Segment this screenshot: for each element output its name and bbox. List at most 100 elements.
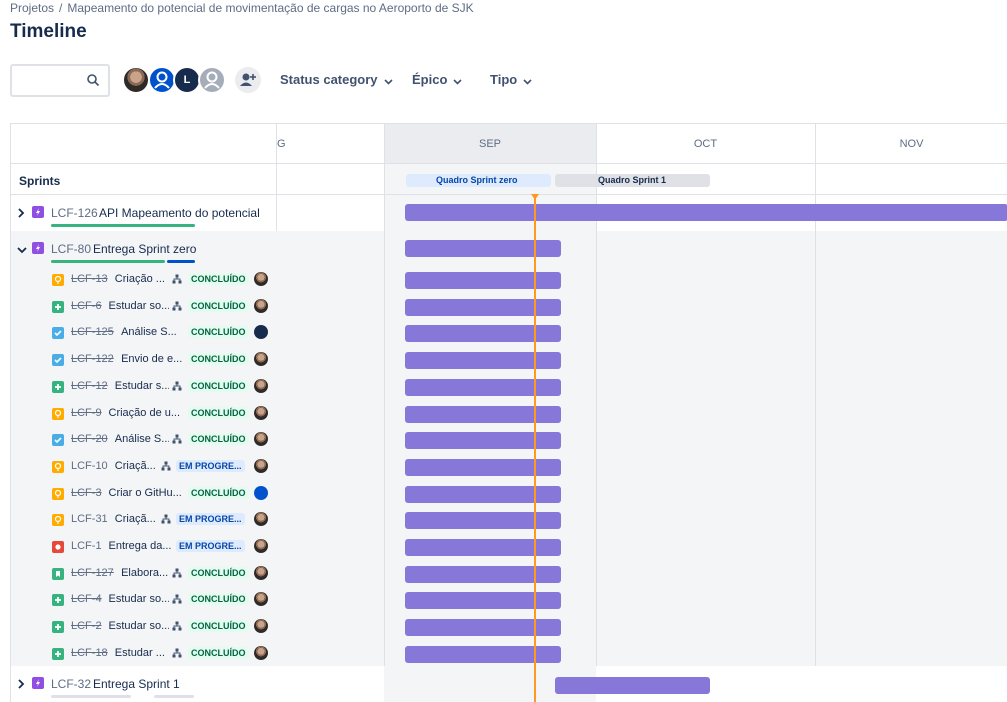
issue-bar[interactable] — [405, 485, 561, 503]
issue-summary[interactable]: Estudar so... — [109, 593, 170, 605]
issue-key[interactable]: LCF-3 — [71, 487, 102, 499]
child-issues-icon[interactable] — [172, 621, 182, 634]
add-person-button[interactable] — [235, 67, 261, 93]
issue-summary[interactable]: Criaçã... — [115, 460, 158, 472]
issue-summary[interactable]: Análise S... — [121, 326, 185, 338]
issue-summary[interactable]: Estudar so... — [109, 300, 170, 312]
chevron-down-icon[interactable] — [17, 243, 27, 257]
status-badge[interactable]: CONCLUÍDO — [188, 486, 249, 499]
epic-key[interactable]: LCF-80 — [51, 242, 91, 256]
issue-bar[interactable] — [405, 272, 561, 289]
issue-bar[interactable] — [405, 378, 561, 396]
issue-bar[interactable] — [405, 352, 561, 370]
issue-bar[interactable] — [405, 619, 561, 637]
epic-summary[interactable]: Entrega Sprint 1 — [93, 677, 273, 691]
issue-row[interactable]: LCF-6 Estudar so... CONCLUÍDO — [11, 294, 277, 321]
issue-bar[interactable] — [405, 512, 561, 530]
child-issues-icon[interactable] — [172, 301, 182, 314]
chevron-right-icon[interactable] — [17, 678, 25, 692]
chevron-right-icon[interactable] — [17, 207, 25, 221]
assignee-avatar[interactable] — [254, 539, 268, 553]
child-issues-icon[interactable] — [172, 648, 182, 661]
status-badge[interactable]: CONCLUÍDO — [188, 433, 249, 446]
assignee-avatar[interactable] — [254, 325, 268, 340]
child-issues-icon[interactable] — [172, 594, 182, 607]
issue-summary[interactable]: Estudar so... — [109, 620, 170, 632]
issue-row[interactable]: LCF-4 Estudar so... CONCLUÍDO — [11, 587, 277, 614]
issue-row[interactable]: LCF-9 Criação de u... CONCLUÍDO — [11, 401, 277, 428]
epic-summary[interactable]: Entrega Sprint zero — [93, 242, 273, 256]
epic-row-lcf-126[interactable]: LCF-126 API Mapeamento do potencial — [11, 195, 277, 231]
assignee-avatar[interactable] — [254, 592, 268, 607]
issue-key[interactable]: LCF-4 — [71, 593, 102, 605]
timeline-grid[interactable]: G SEP OCT NOV Quadro Sprint zero Quadro … — [10, 123, 1007, 702]
epic-summary[interactable]: API Mapeamento do potencial — [99, 206, 275, 220]
issue-bar[interactable] — [405, 539, 561, 556]
issue-key[interactable]: LCF-20 — [71, 433, 108, 445]
epic-bar-lcf-80[interactable] — [405, 240, 561, 257]
issue-summary[interactable]: Elabora... — [121, 567, 169, 579]
assignee-avatar[interactable] — [254, 485, 268, 500]
epic-row-lcf-32[interactable]: LCF-32 Entrega Sprint 1 — [11, 666, 277, 702]
assignee-avatar[interactable] — [254, 432, 268, 447]
status-badge[interactable]: CONCLUÍDO — [188, 273, 249, 285]
issue-summary[interactable]: Envio de e... — [121, 353, 185, 365]
issue-key[interactable]: LCF-125 — [71, 326, 114, 338]
type-filter[interactable]: Tipo — [490, 72, 532, 88]
status-badge[interactable]: CONCLUÍDO — [188, 620, 249, 633]
issue-bar[interactable] — [405, 565, 561, 583]
status-badge[interactable]: CONCLUÍDO — [188, 353, 249, 366]
issue-summary[interactable]: Criação ... — [115, 273, 169, 285]
user-photo-avatar[interactable] — [122, 66, 150, 94]
issue-key[interactable]: LCF-13 — [71, 273, 108, 285]
issue-row[interactable]: LCF-122 Envio de e... CONCLUÍDO — [11, 347, 277, 374]
assignee-avatar[interactable] — [254, 405, 268, 420]
status-category-filter[interactable]: Status category — [280, 72, 393, 88]
issue-row[interactable]: LCF-13 Criação ... CONCLUÍDO — [11, 267, 277, 294]
child-issues-icon[interactable] — [172, 568, 182, 581]
issue-row[interactable]: LCF-125 Análise S... CONCLUÍDO — [11, 320, 277, 347]
issue-key[interactable]: LCF-6 — [71, 300, 102, 312]
issue-summary[interactable]: Criaçã... — [115, 513, 158, 525]
issue-bar[interactable] — [405, 592, 561, 610]
child-issues-icon[interactable] — [161, 461, 171, 474]
epic-bar-lcf-32[interactable] — [555, 677, 710, 694]
search-field[interactable] — [10, 64, 110, 97]
issue-summary[interactable]: Estudar s... — [115, 380, 169, 392]
assignee-avatar[interactable] — [254, 352, 268, 367]
epic-key[interactable]: LCF-32 — [51, 677, 91, 691]
issue-row[interactable]: LCF-3 Criar o GitHu... CONCLUÍDO — [11, 481, 277, 508]
user-grey-avatar[interactable] — [198, 66, 226, 94]
assignee-avatar[interactable] — [254, 272, 268, 286]
assignee-avatar[interactable] — [254, 298, 268, 313]
epic-key[interactable]: LCF-126 — [51, 206, 98, 220]
status-badge[interactable]: CONCLUÍDO — [188, 566, 249, 579]
status-badge[interactable]: EM PROGRE... — [176, 540, 245, 552]
issue-bar[interactable] — [405, 405, 561, 423]
issue-key[interactable]: LCF-31 — [71, 513, 108, 525]
issue-summary[interactable]: Criar o GitHu... — [109, 487, 186, 499]
search-input[interactable] — [18, 66, 88, 94]
issue-summary[interactable]: Entrega da... — [109, 540, 174, 552]
issue-key[interactable]: LCF-12 — [71, 380, 108, 392]
issue-row[interactable]: LCF-127 Elabora... CONCLUÍDO — [11, 561, 277, 588]
status-badge[interactable]: CONCLUÍDO — [188, 299, 249, 312]
issue-row[interactable]: LCF-18 Estudar ... CONCLUÍDO — [11, 641, 277, 668]
issue-key[interactable]: LCF-2 — [71, 620, 102, 632]
issue-row[interactable]: LCF-31 Criaçã... EM PROGRE... — [11, 507, 277, 534]
issue-key[interactable]: LCF-1 — [71, 540, 102, 552]
issue-bar[interactable] — [405, 298, 561, 316]
assignee-avatar[interactable] — [254, 645, 268, 660]
issue-key[interactable]: LCF-122 — [71, 353, 114, 365]
assignee-avatar[interactable] — [254, 619, 268, 634]
issue-summary[interactable]: Análise S... — [115, 433, 169, 445]
assignee-avatar[interactable] — [254, 565, 268, 580]
status-badge[interactable]: CONCLUÍDO — [188, 379, 249, 392]
issue-bar[interactable] — [405, 458, 561, 476]
status-badge[interactable]: EM PROGRE... — [176, 513, 245, 526]
issue-row[interactable]: LCF-12 Estudar s... CONCLUÍDO — [11, 374, 277, 401]
child-issues-icon[interactable] — [172, 274, 182, 287]
issue-row[interactable]: LCF-10 Criaçã... EM PROGRE... — [11, 454, 277, 481]
child-issues-icon[interactable] — [172, 381, 182, 394]
issue-key[interactable]: LCF-18 — [71, 647, 108, 659]
